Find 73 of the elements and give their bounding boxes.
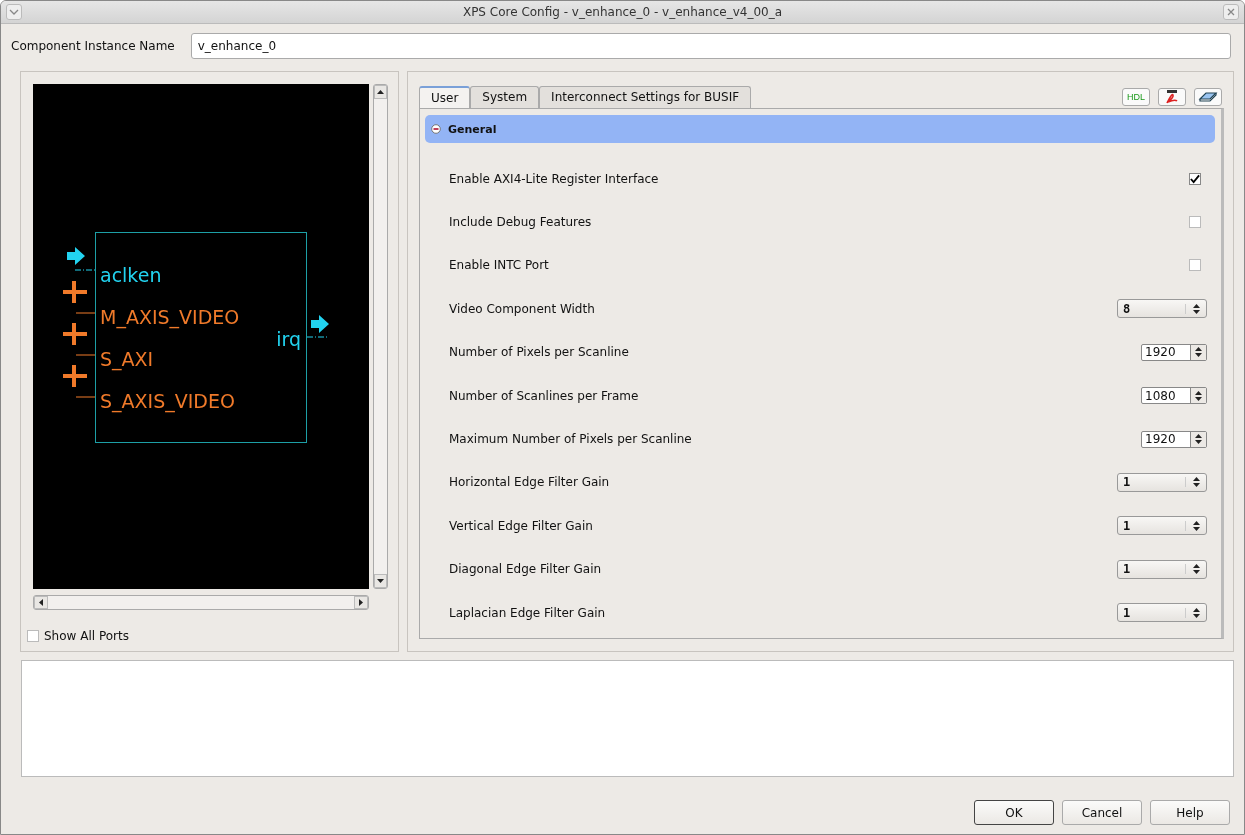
dropdown[interactable]: 1 <box>1117 559 1207 579</box>
port-label: M_AXIS_VIDEO <box>100 306 240 328</box>
updown-arrows-icon[interactable] <box>1195 434 1202 445</box>
updown-arrows-icon[interactable] <box>1192 564 1200 575</box>
dropdown[interactable]: 1 <box>1117 516 1207 536</box>
scroll-down-icon[interactable] <box>374 574 387 588</box>
plus-icon <box>61 363 89 389</box>
pdf-icon[interactable] <box>1164 90 1180 104</box>
updown-arrows-icon[interactable] <box>1195 390 1202 401</box>
close-icon[interactable] <box>1227 8 1235 16</box>
scroll-right-icon[interactable] <box>354 596 368 609</box>
section-header[interactable]: General <box>425 115 1215 143</box>
tab[interactable]: User <box>419 86 471 108</box>
parameter-label: Diagonal Edge Filter Gain <box>449 562 602 577</box>
window-title: XPS Core Config - v_enhance_0 - v_enhance_v4_00_a <box>462 5 783 19</box>
window-menu-button[interactable] <box>6 4 22 20</box>
checkbox-label: Show All Ports <box>44 629 129 643</box>
close-button[interactable] <box>1223 4 1239 20</box>
port-line <box>75 396 96 398</box>
link-button[interactable] <box>1194 88 1222 106</box>
port-label: S_AXI <box>100 348 154 370</box>
parameter-label: Enable AXI4-Lite Register Interface <box>449 171 659 186</box>
parameter-label: Number of Scanlines per Frame <box>449 388 639 403</box>
arrow-icon <box>67 247 85 265</box>
updown-arrows-icon[interactable] <box>1192 303 1200 314</box>
scroll-up-icon[interactable] <box>374 85 387 99</box>
parameter-label: Number of Pixels per Scanline <box>449 345 629 360</box>
parameter-label: Video Component Width <box>449 301 595 316</box>
dropdown[interactable]: 1 <box>1117 603 1207 623</box>
dialog-button[interactable]: Help <box>1150 800 1230 825</box>
updown-arrows-icon[interactable] <box>1192 607 1200 618</box>
vertical-scrollbar[interactable] <box>373 84 388 589</box>
tab[interactable]: Interconnect Settings for BUSIF <box>539 86 752 108</box>
field-label: Component Instance Name <box>11 39 175 53</box>
instance-name-field[interactable]: v_enhance_0 <box>190 33 1231 59</box>
port-line <box>75 354 96 356</box>
parameter-label: Vertical Edge Filter Gain <box>449 518 593 533</box>
parameter-label: Include Debug Features <box>449 215 592 230</box>
parameter-label: Enable INTC Port <box>449 258 549 273</box>
link-icon[interactable] <box>1198 90 1218 104</box>
parameter-label: Maximum Number of Pixels per Scanline <box>449 432 692 447</box>
checkbox[interactable] <box>1189 216 1201 229</box>
scroll-left-icon[interactable] <box>34 596 48 609</box>
port-line <box>75 312 96 314</box>
spin-box[interactable]: 1920 <box>1141 430 1207 448</box>
parameter-label: Horizontal Edge Filter Gain <box>449 475 610 490</box>
horizontal-scrollbar[interactable] <box>33 595 369 610</box>
updown-arrows-icon[interactable] <box>1192 477 1200 488</box>
checkbox[interactable] <box>27 630 39 642</box>
parameter-label: Laplacian Edge Filter Gain <box>449 605 606 620</box>
port-line <box>306 336 330 338</box>
spin-box[interactable]: 1920 <box>1141 343 1207 361</box>
plus-icon <box>61 321 89 347</box>
plus-icon <box>61 279 89 305</box>
port-label: irq <box>276 328 301 350</box>
dialog-button[interactable]: Cancel <box>1062 800 1142 825</box>
chevron-down-icon[interactable] <box>9 9 19 15</box>
collapse-icon[interactable] <box>431 124 441 134</box>
spin-box[interactable]: 1080 <box>1141 387 1207 405</box>
port-label: S_AXIS_VIDEO <box>100 390 235 412</box>
checkbox[interactable] <box>1189 259 1201 272</box>
dropdown[interactable]: 8 <box>1117 299 1207 319</box>
port-label: aclken <box>100 264 162 286</box>
updown-arrows-icon[interactable] <box>1195 347 1202 358</box>
updown-arrows-icon[interactable] <box>1192 520 1200 531</box>
tab[interactable]: System <box>470 86 540 108</box>
pdf-button[interactable] <box>1158 88 1186 106</box>
port-line <box>74 269 96 271</box>
hdl-button[interactable]: HDL <box>1122 88 1150 106</box>
arrow-icon <box>311 315 329 333</box>
dialog-button[interactable]: OK <box>974 800 1054 825</box>
dropdown[interactable]: 1 <box>1117 472 1207 492</box>
checkbox[interactable] <box>1189 172 1201 185</box>
